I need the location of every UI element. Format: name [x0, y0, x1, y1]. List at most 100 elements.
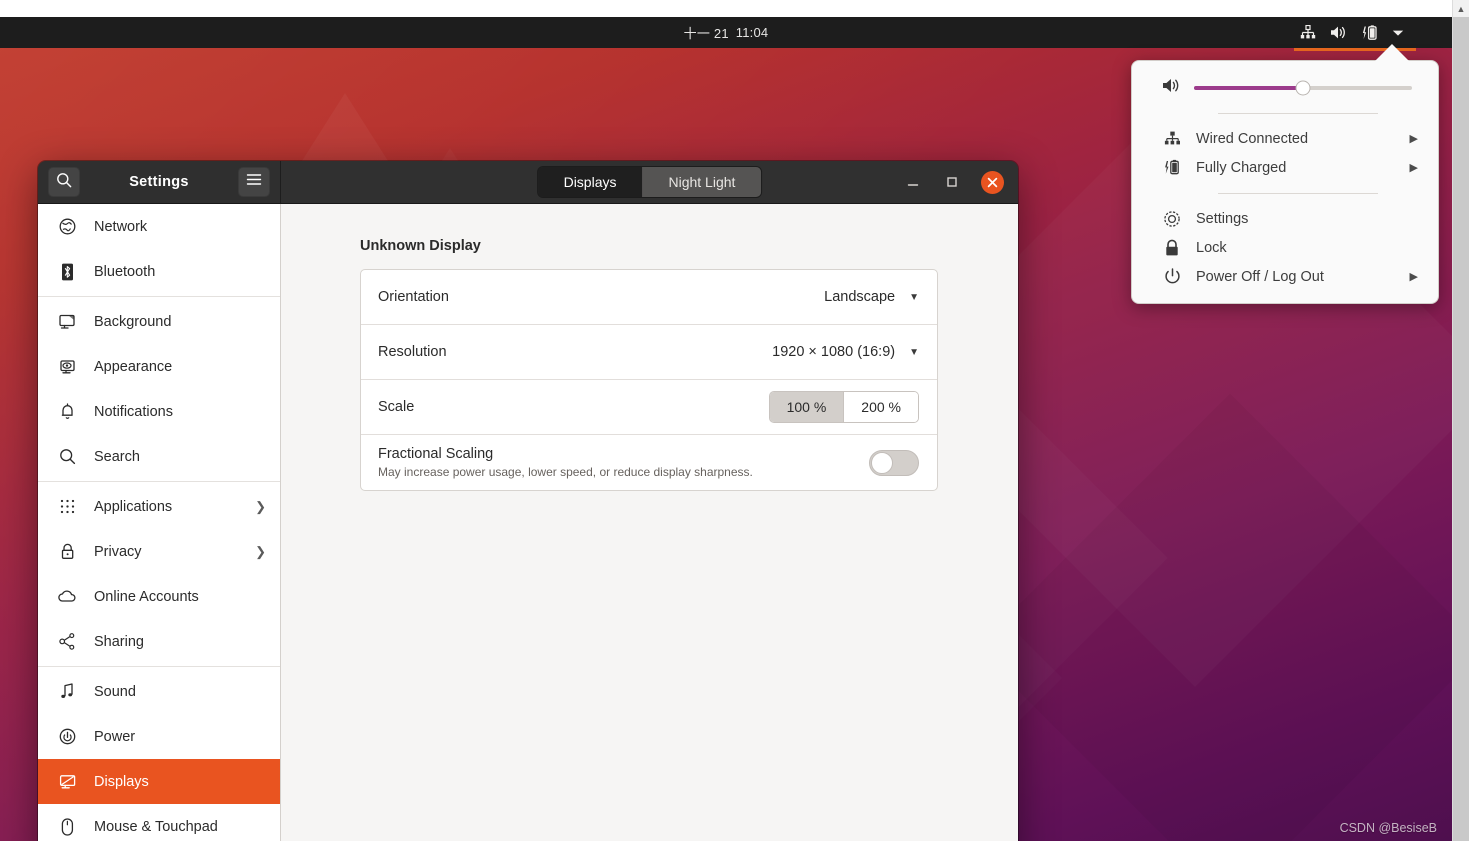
sidebar-item-displays[interactable]: Displays — [38, 759, 280, 804]
scale-option-200[interactable]: 200 % — [843, 392, 918, 422]
menu-item-fully-charged[interactable]: Fully Charged ▶ — [1132, 153, 1438, 182]
page-scrollbar[interactable]: ▲ — [1452, 0, 1469, 841]
sidebar-item-power[interactable]: Power — [38, 714, 280, 759]
tab-night-light[interactable]: Night Light — [642, 167, 762, 197]
scale-label: Scale — [378, 399, 415, 415]
sidebar-item-background[interactable]: Background — [38, 299, 280, 344]
network-wired-icon — [1162, 131, 1182, 146]
power-circle-icon — [58, 728, 77, 745]
resolution-value: 1920 × 1080 (16:9) — [772, 344, 896, 360]
settings-window: Settings Displays Night Light Network Bl… — [38, 161, 1018, 841]
tab-displays[interactable]: Displays — [537, 167, 643, 197]
background-icon — [58, 314, 77, 330]
fractional-scaling-toggle[interactable] — [869, 449, 919, 476]
sidebar-divider — [38, 296, 280, 297]
sidebar-item-bluetooth[interactable]: Bluetooth — [38, 249, 280, 294]
sidebar-item-label: Notifications — [94, 403, 173, 420]
chevron-right-icon: ▶ — [1409, 271, 1418, 283]
sidebar-item-online-accounts[interactable]: Online Accounts — [38, 574, 280, 619]
clock-date: 十一 21 — [683, 26, 729, 41]
volume-slider-track[interactable] — [1194, 80, 1412, 95]
display-settings-card: Orientation Landscape ▼ Resolution 1920 … — [360, 269, 938, 491]
chevron-right-icon: ▶ — [1409, 162, 1418, 174]
music-note-icon — [58, 683, 77, 700]
chevron-right-icon: ❯ — [255, 498, 266, 514]
menu-divider — [1218, 113, 1378, 114]
battery-charging-icon[interactable] — [1362, 24, 1378, 41]
sidebar-item-network[interactable]: Network — [38, 204, 280, 249]
chevron-down-icon: ▼ — [909, 346, 919, 358]
sidebar-item-label: Sharing — [94, 633, 144, 650]
sidebar-item-mouse-touchpad[interactable]: Mouse & Touchpad — [38, 804, 280, 841]
volume-slider-fill — [1194, 85, 1303, 90]
orientation-dropdown[interactable]: Landscape ▼ — [824, 289, 919, 305]
resolution-dropdown[interactable]: 1920 × 1080 (16:9) ▼ — [772, 344, 919, 360]
sidebar-item-label: Appearance — [94, 358, 173, 375]
clock-button[interactable]: 十一 21 11:04 — [0, 17, 1452, 48]
watermark-text: CSDN @BesiseB — [1339, 821, 1437, 835]
sidebar-item-applications[interactable]: Applications ❯ — [38, 484, 280, 529]
sidebar-item-label: Bluetooth — [94, 263, 156, 280]
lock-icon — [58, 543, 77, 560]
sidebar-item-sound[interactable]: Sound — [38, 669, 280, 714]
search-button[interactable] — [48, 167, 80, 197]
close-button[interactable] — [981, 170, 1004, 194]
menu-item-label: Settings — [1196, 210, 1249, 227]
toggle-knob — [871, 451, 893, 474]
sidebar-item-sharing[interactable]: Sharing — [38, 619, 280, 664]
scroll-up-arrow-icon[interactable]: ▲ — [1453, 0, 1469, 17]
maximize-button[interactable] — [942, 172, 962, 192]
battery-charging-icon — [1162, 159, 1182, 176]
menu-item-settings[interactable]: Settings — [1132, 204, 1438, 233]
orientation-label: Orientation — [378, 289, 449, 305]
volume-icon — [1162, 77, 1182, 98]
sidebar-divider — [38, 666, 280, 667]
sidebar-item-notifications[interactable]: Notifications — [38, 389, 280, 434]
volume-icon[interactable] — [1330, 25, 1348, 40]
chevron-right-icon: ❯ — [255, 543, 266, 559]
page-top-margin — [0, 0, 1452, 17]
sidebar-item-privacy[interactable]: Privacy ❯ — [38, 529, 280, 574]
row-fractional-scaling: Fractional Scaling May increase power us… — [361, 435, 937, 490]
menu-divider — [1218, 193, 1378, 194]
scrollbar-thumb[interactable] — [1453, 17, 1469, 841]
sidebar-item-appearance[interactable]: Appearance — [38, 344, 280, 389]
system-top-bar: 十一 21 11:04 — [0, 17, 1452, 51]
window-titlebar: Settings Displays Night Light — [38, 161, 1018, 204]
menu-item-power-off-log-out[interactable]: Power Off / Log Out ▶ — [1132, 262, 1438, 291]
sidebar-item-label: Online Accounts — [94, 588, 199, 605]
sidebar-item-label: Background — [94, 313, 172, 330]
hamburger-menu-icon — [246, 173, 262, 191]
sidebar-item-label: Sound — [94, 683, 136, 700]
volume-slider-row[interactable] — [1132, 71, 1438, 102]
fractional-scaling-label: Fractional Scaling — [378, 446, 494, 462]
scale-option-100[interactable]: 100 % — [769, 392, 844, 422]
power-icon — [1162, 268, 1182, 285]
screen: 十一 21 11:04 Wired Connected ▶ Fully Char… — [0, 0, 1469, 841]
menu-item-label: Power Off / Log Out — [1196, 268, 1324, 285]
fractional-scaling-description: May increase power usage, lower speed, o… — [378, 465, 753, 479]
sidebar-item-label: Power — [94, 728, 136, 745]
sidebar-item-search[interactable]: Search — [38, 434, 280, 479]
menu-item-wired-connected[interactable]: Wired Connected ▶ — [1132, 124, 1438, 153]
minimize-button[interactable] — [903, 172, 923, 192]
titlebar-right: Displays Night Light — [281, 161, 1018, 203]
search-icon — [58, 448, 77, 465]
page-title: Unknown Display — [360, 238, 481, 254]
row-resolution: Resolution 1920 × 1080 (16:9) ▼ — [361, 325, 937, 380]
clock-time: 11:04 — [735, 25, 769, 40]
network-wired-icon[interactable] — [1300, 25, 1316, 40]
menu-item-lock[interactable]: Lock — [1132, 233, 1438, 262]
chevron-down-icon[interactable] — [1392, 29, 1404, 37]
menu-item-label: Lock — [1196, 239, 1227, 256]
app-menu-button[interactable] — [238, 167, 270, 197]
window-body: Network Bluetooth Background Appearance … — [38, 204, 1018, 841]
row-scale: Scale 100 % 200 % — [361, 380, 937, 435]
resolution-label: Resolution — [378, 344, 447, 360]
row-orientation: Orientation Landscape ▼ — [361, 270, 937, 325]
volume-slider-handle[interactable] — [1295, 80, 1311, 95]
cloud-icon — [58, 590, 77, 603]
window-controls — [903, 170, 1004, 194]
sidebar-item-label: Privacy — [94, 543, 142, 560]
display-icon — [58, 774, 77, 790]
